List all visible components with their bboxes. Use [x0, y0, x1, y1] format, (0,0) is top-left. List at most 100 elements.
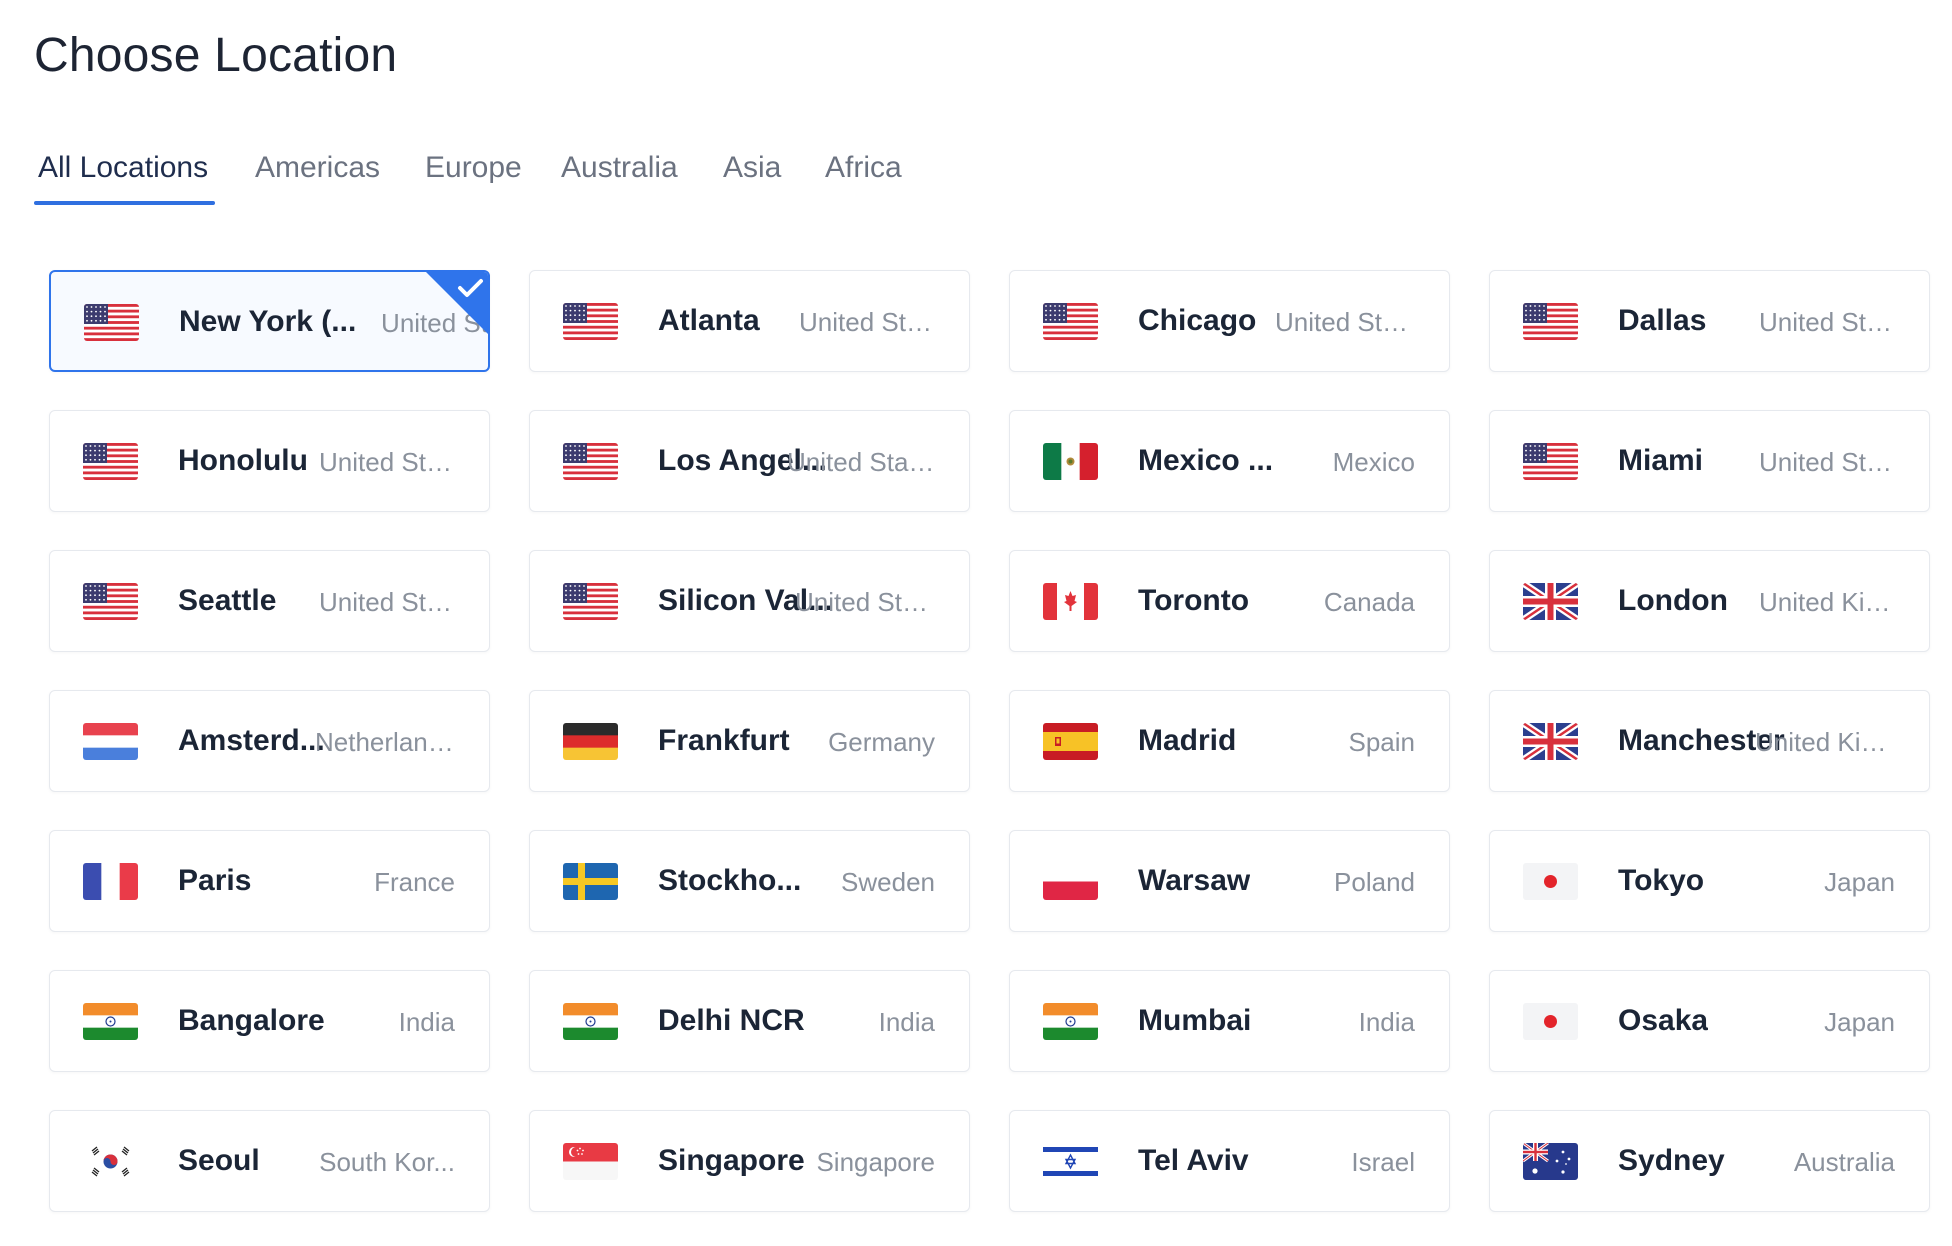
uk-flag-icon	[1523, 583, 1578, 620]
location-card[interactable]: Toronto Canada	[1009, 550, 1450, 652]
nl-flag-icon	[83, 723, 138, 760]
location-country: United State	[795, 587, 935, 617]
us-flag-icon	[83, 583, 138, 620]
location-city: Paris	[178, 864, 252, 897]
location-card[interactable]: London United Kin...	[1489, 550, 1930, 652]
location-card[interactable]: New York (... United St	[49, 270, 490, 372]
location-city: Singapore	[658, 1144, 805, 1177]
location-card[interactable]: Seattle United Sta...	[49, 550, 490, 652]
location-card[interactable]: Tel Aviv Israel	[1009, 1110, 1450, 1212]
location-city: Dallas	[1618, 304, 1707, 337]
location-card[interactable]: Los Angel... United States	[529, 410, 970, 512]
location-card[interactable]: Osaka Japan	[1489, 970, 1930, 1072]
ca-flag-icon	[1043, 583, 1098, 620]
location-card[interactable]: Mumbai India	[1009, 970, 1450, 1072]
location-country: United Kin...	[1759, 587, 1895, 617]
location-city: Bangalore	[178, 1004, 325, 1037]
location-card[interactable]: Mexico ... Mexico	[1009, 410, 1450, 512]
us-flag-icon	[1043, 303, 1098, 340]
tab-americas[interactable]: Americas	[255, 148, 380, 210]
location-card[interactable]: Atlanta United Sta...	[529, 270, 970, 372]
region-tabs: All Locations Americas Europe Australia …	[34, 148, 1034, 210]
location-city: Atlanta	[658, 304, 760, 337]
location-city: Mumbai	[1138, 1004, 1252, 1037]
location-card[interactable]: Paris France	[49, 830, 490, 932]
location-country: Poland	[1334, 867, 1415, 897]
location-city: Chicago	[1138, 304, 1257, 337]
us-flag-icon	[563, 303, 618, 340]
location-city: Miami	[1618, 444, 1704, 477]
location-city: Toronto	[1138, 584, 1250, 617]
tab-europe[interactable]: Europe	[425, 148, 522, 210]
location-country: Australia	[1793, 1147, 1895, 1177]
location-card[interactable]: Chicago United Sta...	[1009, 270, 1450, 372]
page-title: Choose Location	[34, 29, 398, 82]
location-card[interactable]: Manchester United Kingd	[1489, 690, 1930, 792]
location-card[interactable]: Miami United Sta...	[1489, 410, 1930, 512]
location-country: South Kor...	[319, 1147, 455, 1177]
location-card[interactable]: Dallas United Sta...	[1489, 270, 1930, 372]
location-card[interactable]: Amsterd... Netherlands	[49, 690, 490, 792]
active-tab-indicator	[34, 201, 215, 205]
location-country: Canada	[1323, 587, 1415, 617]
selected-check-icon	[424, 272, 488, 336]
location-city: Warsaw	[1138, 864, 1251, 897]
location-country: United Sta...	[1759, 447, 1895, 477]
location-country: India	[398, 1007, 455, 1037]
uk-flag-icon	[1523, 723, 1578, 760]
location-country: France	[374, 867, 455, 897]
in-flag-icon	[1043, 1003, 1098, 1040]
location-city: Seoul	[178, 1144, 260, 1177]
tab-australia[interactable]: Australia	[561, 148, 678, 210]
location-card[interactable]: Delhi NCR India	[529, 970, 970, 1072]
location-card[interactable]: Singapore Singapore	[529, 1110, 970, 1212]
location-country: Israel	[1351, 1147, 1415, 1177]
tab-asia[interactable]: Asia	[723, 148, 781, 210]
location-city: Sydney	[1618, 1144, 1725, 1177]
jp-flag-icon	[1523, 863, 1578, 900]
location-card[interactable]: Seoul South Kor...	[49, 1110, 490, 1212]
location-card[interactable]: Tokyo Japan	[1489, 830, 1930, 932]
location-country: United States	[787, 447, 935, 477]
location-city: Tel Aviv	[1138, 1144, 1249, 1177]
location-country: Germany	[828, 727, 935, 757]
us-flag-icon	[83, 443, 138, 480]
location-country: Japan	[1824, 867, 1895, 897]
location-country: United Sta...	[1759, 307, 1895, 337]
location-city: Osaka	[1618, 1004, 1709, 1037]
location-country: Netherlands	[315, 727, 455, 757]
location-country: Spain	[1348, 727, 1416, 757]
us-flag-icon	[1523, 303, 1578, 340]
tab-africa[interactable]: Africa	[825, 148, 902, 210]
location-city: Mexico ...	[1138, 444, 1274, 477]
location-card[interactable]: Silicon Val... United State	[529, 550, 970, 652]
location-card[interactable]: Frankfurt Germany	[529, 690, 970, 792]
location-country: United Sta...	[319, 587, 455, 617]
location-country: India	[1358, 1007, 1415, 1037]
in-flag-icon	[563, 1003, 618, 1040]
es-flag-icon	[1043, 723, 1098, 760]
location-card[interactable]: Warsaw Poland	[1009, 830, 1450, 932]
location-city: London	[1618, 584, 1728, 617]
location-city: New York (...	[179, 305, 357, 338]
location-city: Delhi NCR	[658, 1004, 805, 1037]
mx-flag-icon	[1043, 443, 1098, 480]
location-country: India	[878, 1007, 935, 1037]
location-city: Stockho...	[658, 864, 802, 897]
location-city: Tokyo	[1618, 864, 1705, 897]
location-country: Singapore	[816, 1147, 935, 1177]
pl-flag-icon	[1043, 863, 1098, 900]
location-card[interactable]: Sydney Australia	[1489, 1110, 1930, 1212]
location-card[interactable]: Stockho... Sweden	[529, 830, 970, 932]
location-card[interactable]: Bangalore India	[49, 970, 490, 1072]
location-city: Seattle	[178, 584, 277, 617]
location-card[interactable]: Honolulu United Sta...	[49, 410, 490, 512]
location-city: Amsterd...	[178, 724, 325, 757]
location-country: Sweden	[841, 867, 935, 897]
se-flag-icon	[563, 863, 618, 900]
sg-flag-icon	[563, 1143, 618, 1180]
us-flag-icon	[84, 304, 139, 341]
location-city: Honolulu	[178, 444, 308, 477]
us-flag-icon	[563, 443, 618, 480]
location-card[interactable]: Madrid Spain	[1009, 690, 1450, 792]
